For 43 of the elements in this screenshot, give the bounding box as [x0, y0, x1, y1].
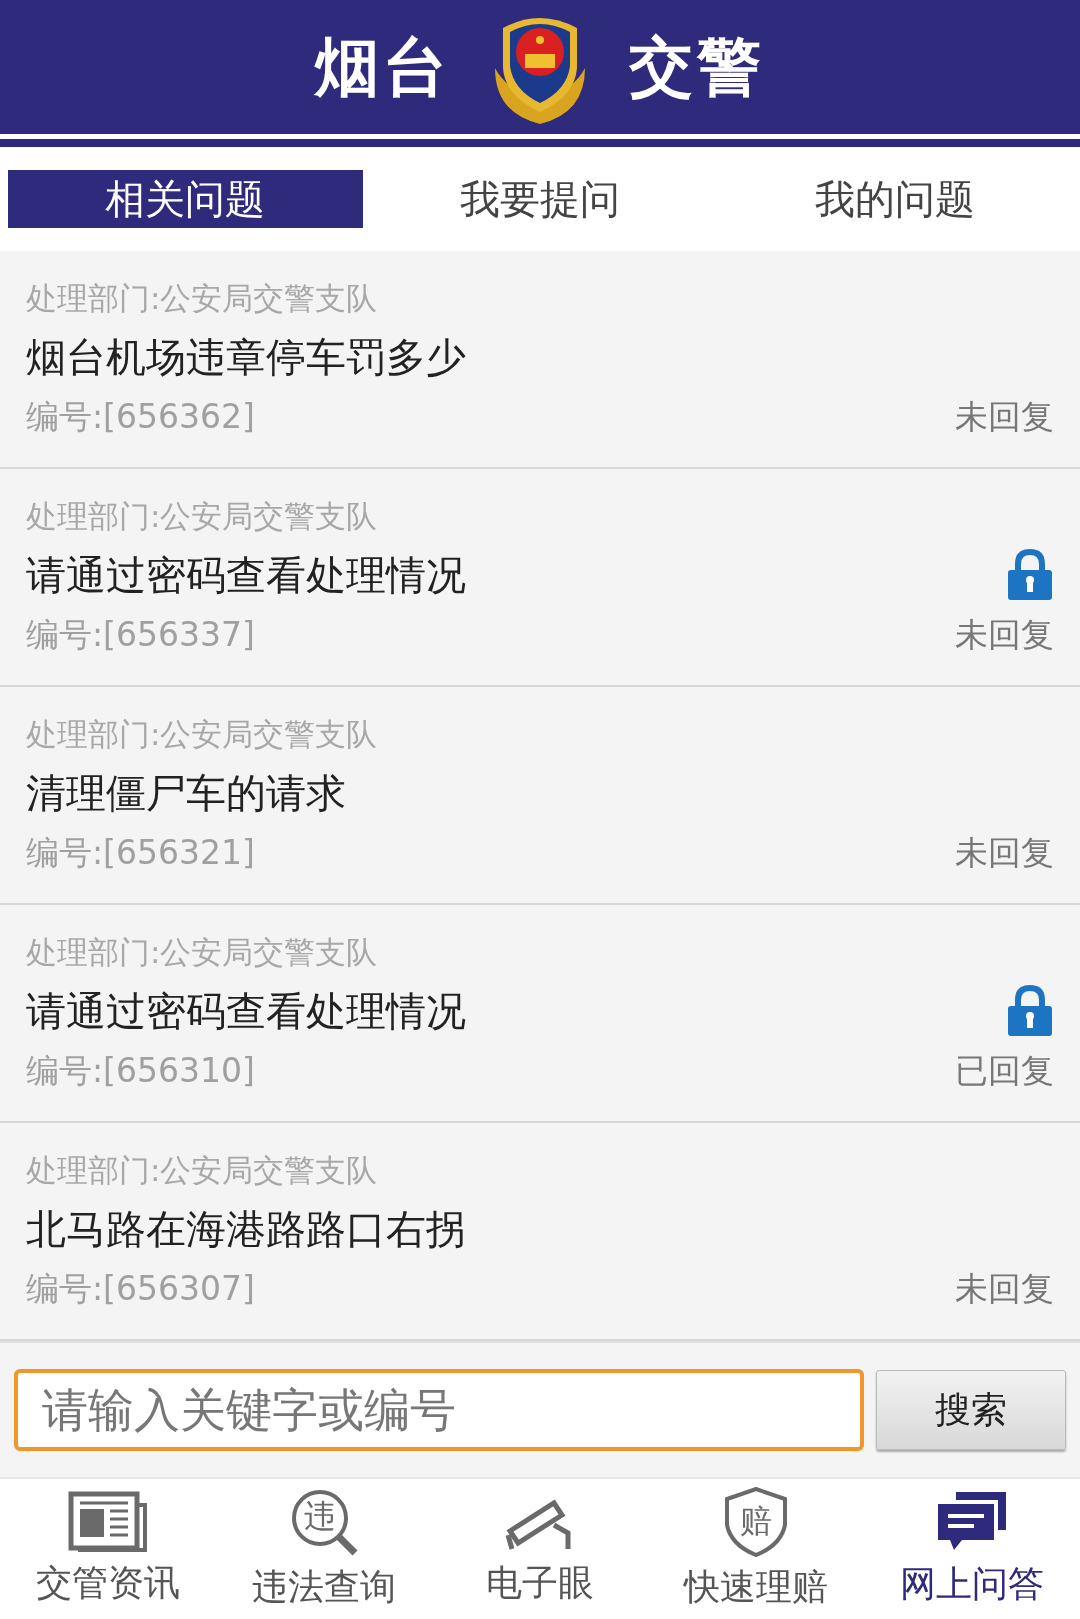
nav-label: 违法查询 [252, 1564, 396, 1609]
nav-item[interactable]: 交管资讯 [0, 1479, 216, 1619]
department-text: 处理部门:公安局交警支队 [26, 715, 379, 754]
nav-label: 电子眼 [486, 1560, 594, 1605]
question-title: 请通过密码查看处理情况 [26, 550, 467, 600]
nav-label: 快速理赔 [684, 1564, 828, 1609]
department-text: 处理部门:公安局交警支队 [26, 1151, 379, 1190]
question-item[interactable]: 处理部门:公安局交警支队 北马路在海港路路口右拐 编号:[656307] 未回复 [0, 1123, 1080, 1341]
nav-label: 网上问答 [900, 1561, 1044, 1606]
question-item[interactable]: 处理部门:公安局交警支队 烟台机场违章停车罚多少 编号:[656362] 未回复 [0, 251, 1080, 469]
question-title: 烟台机场违章停车罚多少 [26, 332, 467, 382]
nav-item[interactable]: 违 违法查询 [216, 1479, 432, 1619]
header-title: 交警 [629, 28, 765, 106]
reply-status: 未回复 [955, 613, 1054, 656]
header-title: 烟台 [315, 28, 451, 106]
department-text: 处理部门:公安局交警支队 [26, 497, 379, 536]
reply-status: 未回复 [955, 831, 1054, 874]
reply-status: 已回复 [955, 1049, 1054, 1092]
question-number: 编号:[656321] [26, 831, 256, 874]
question-item[interactable]: 处理部门:公安局交警支队 清理僵尸车的请求 编号:[656321] 未回复 [0, 687, 1080, 905]
question-number: 编号:[656307] [26, 1267, 256, 1310]
question-title: 北马路在海港路路口右拐 [26, 1204, 467, 1254]
question-number: 编号:[656362] [26, 395, 256, 438]
question-title: 请通过密码查看处理情况 [26, 986, 467, 1036]
reply-status: 未回复 [955, 395, 1054, 438]
question-number: 编号:[656310] [26, 1049, 256, 1092]
search-field[interactable]: 请输入关键字或编号 [14, 1369, 864, 1451]
nav-item[interactable]: 电子眼 [432, 1479, 648, 1619]
department-text: 处理部门:公安局交警支队 [26, 279, 379, 318]
question-item[interactable]: 处理部门:公安局交警支队 请通过密码查看处理情况 编号:[656337] 未回复 [0, 469, 1080, 687]
search-button[interactable]: 搜索 [876, 1370, 1066, 1450]
department-text: 处理部门:公安局交警支队 [26, 933, 379, 972]
nav-label: 交管资讯 [36, 1560, 180, 1605]
nav-item[interactable]: 赔 快速理赔 [648, 1479, 864, 1619]
question-number: 编号:[656337] [26, 613, 256, 656]
newspaper-icon [68, 1490, 148, 1553]
nav-item[interactable]: 网上问答 [864, 1479, 1080, 1619]
question-title: 清理僵尸车的请求 [26, 768, 347, 818]
reply-status: 未回复 [955, 1267, 1054, 1310]
tab[interactable]: 我的问题 [717, 170, 1072, 228]
question-item[interactable]: 处理部门:公安局交警支队 请通过密码查看处理情况 编号:[656310] 已回复 [0, 905, 1080, 1123]
tab[interactable]: 我要提问 [362, 170, 718, 228]
tab[interactable]: 相关问题 [8, 170, 363, 228]
